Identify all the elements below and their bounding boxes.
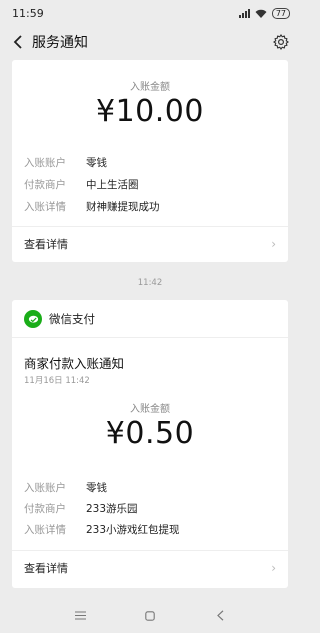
brand-name: 微信支付 <box>49 312 95 326</box>
row-key: 付款商户 <box>24 503 66 515</box>
detail-row: 付款商户 中上生活圈 <box>24 177 139 192</box>
gear-icon[interactable] <box>272 33 290 51</box>
row-key: 入账账户 <box>24 157 66 169</box>
row-key: 入账详情 <box>24 524 66 536</box>
detail-row: 入账账户 零钱 <box>24 480 107 495</box>
detail-row: 付款商户 233游乐园 <box>24 501 138 516</box>
view-details-label: 查看详情 <box>24 238 68 251</box>
row-value: 零钱 <box>86 157 107 169</box>
status-icons: 77 <box>238 7 290 19</box>
chevron-left-icon[interactable] <box>10 34 26 50</box>
status-bar: 11:59 77 <box>0 0 300 26</box>
view-details-link[interactable]: 查看详情 › <box>12 227 288 261</box>
home-icon[interactable] <box>143 609 157 623</box>
row-key: 入账详情 <box>24 201 66 213</box>
wifi-icon <box>255 9 267 18</box>
amount-label: 入账金额 <box>130 404 170 415</box>
system-nav-bar <box>0 598 300 633</box>
row-key: 入账账户 <box>24 482 66 494</box>
header: 服务通知 <box>0 26 300 58</box>
amount-value: ¥10.00 <box>96 94 204 129</box>
row-value: 233游乐园 <box>86 503 138 515</box>
notice-card-1: 入账金额 ¥10.00 入账账户 零钱 付款商户 中上生活圈 入账详情 财神赚提… <box>12 60 288 262</box>
signal-icon <box>238 8 250 18</box>
amount-label: 入账金额 <box>130 82 170 93</box>
row-value: 中上生活圈 <box>86 179 139 191</box>
back-icon[interactable] <box>213 609 227 623</box>
detail-row: 入账账户 零钱 <box>24 155 107 170</box>
notice-card-2: 微信支付 商家付款入账通知 11月16日 11:42 入账金额 ¥0.50 入账… <box>12 300 288 588</box>
view-details-label: 查看详情 <box>24 562 68 575</box>
amount-value: ¥0.50 <box>105 416 195 451</box>
chevron-right-icon: › <box>271 237 276 251</box>
notice-time: 11月16日 11:42 <box>24 376 90 386</box>
status-time: 11:59 <box>12 6 44 20</box>
divider <box>12 337 288 338</box>
row-value: 财神赚提现成功 <box>86 201 160 213</box>
wechat-pay-header: 微信支付 <box>24 310 95 328</box>
wechat-pay-icon <box>24 310 42 328</box>
detail-row: 入账详情 233小游戏红包提现 <box>24 522 180 537</box>
notice-title: 商家付款入账通知 <box>24 356 125 371</box>
time-separator: 11:42 <box>137 278 163 288</box>
row-value: 零钱 <box>86 482 107 494</box>
battery-icon: 77 <box>271 7 290 19</box>
chevron-right-icon: › <box>271 561 276 575</box>
page-title: 服务通知 <box>32 35 88 51</box>
row-key: 付款商户 <box>24 179 66 191</box>
row-value: 233小游戏红包提现 <box>86 524 180 536</box>
menu-icon[interactable] <box>73 609 87 623</box>
detail-row: 入账详情 财神赚提现成功 <box>24 199 160 214</box>
view-details-link[interactable]: 查看详情 › <box>12 551 288 585</box>
